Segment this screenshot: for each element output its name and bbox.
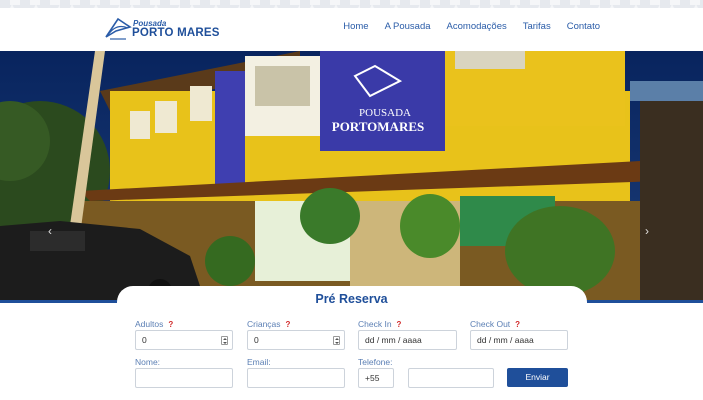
- submit-button[interactable]: Enviar: [507, 368, 568, 387]
- adults-label: Adultos?: [135, 319, 173, 329]
- logo-title: PORTO MARES: [132, 27, 220, 39]
- nav-acomodacoes[interactable]: Acomodações: [447, 21, 507, 32]
- checkout-label-text: Check Out: [470, 319, 511, 329]
- adults-value: 0: [142, 335, 147, 345]
- slider-next-arrow[interactable]: ›: [645, 224, 649, 238]
- checkout-label: Check Out?: [470, 319, 520, 329]
- name-label: Nome:: [135, 357, 161, 367]
- adults-help-icon[interactable]: ?: [168, 320, 173, 329]
- checkin-label-text: Check In: [358, 319, 392, 329]
- hero-slider: POUSADA PORTOMARES ‹ ›: [0, 51, 703, 309]
- children-stepper[interactable]: 0: [247, 330, 345, 350]
- main-nav: Home A Pousada Acomodações Tarifas Conta…: [343, 21, 600, 32]
- checkout-date-field[interactable]: dd / mm / aaaa: [470, 330, 568, 350]
- phone-number-field[interactable]: [408, 368, 494, 388]
- adults-label-text: Adultos: [135, 319, 164, 329]
- children-help-icon[interactable]: ?: [286, 320, 291, 329]
- children-label-text: Crianças: [247, 319, 281, 329]
- children-label: Crianças?: [247, 319, 290, 329]
- nav-a-pousada[interactable]: A Pousada: [385, 21, 431, 32]
- children-value: 0: [254, 335, 259, 345]
- email-field[interactable]: [247, 368, 345, 388]
- checkin-placeholder: dd / mm / aaaa: [365, 335, 422, 345]
- phone-country-code: +55: [365, 373, 380, 383]
- hero-photo: POUSADA PORTOMARES: [0, 51, 703, 309]
- phone-country-code-field[interactable]: +55: [358, 368, 394, 388]
- email-label: Email:: [247, 357, 271, 367]
- nav-home[interactable]: Home: [343, 21, 368, 32]
- spin-arrows-icon[interactable]: [333, 336, 340, 345]
- checkout-help-icon[interactable]: ?: [515, 320, 520, 329]
- nav-contato[interactable]: Contato: [567, 21, 600, 32]
- adults-stepper[interactable]: 0: [135, 330, 233, 350]
- site-logo[interactable]: Pousada PORTO MARES: [104, 15, 219, 45]
- name-field[interactable]: [135, 368, 233, 388]
- nav-tarifas[interactable]: Tarifas: [523, 21, 551, 32]
- spin-arrows-icon[interactable]: [221, 336, 228, 345]
- slider-prev-arrow[interactable]: ‹: [48, 224, 52, 238]
- sign-text-line2: PORTOMARES: [332, 119, 424, 134]
- fish-logo-icon: [105, 17, 132, 40]
- checkin-date-field[interactable]: dd / mm / aaaa: [358, 330, 457, 350]
- phone-label: Telefone:: [358, 357, 393, 367]
- checkout-placeholder: dd / mm / aaaa: [477, 335, 534, 345]
- checkin-label: Check In?: [358, 319, 401, 329]
- top-decorative-strip: [0, 0, 703, 11]
- reservation-title: Pré Reserva: [315, 292, 388, 306]
- sign-text-line1: POUSADA: [359, 107, 411, 119]
- checkin-help-icon[interactable]: ?: [397, 320, 402, 329]
- site-header: Pousada PORTO MARES Home A Pousada Acomo…: [0, 8, 703, 51]
